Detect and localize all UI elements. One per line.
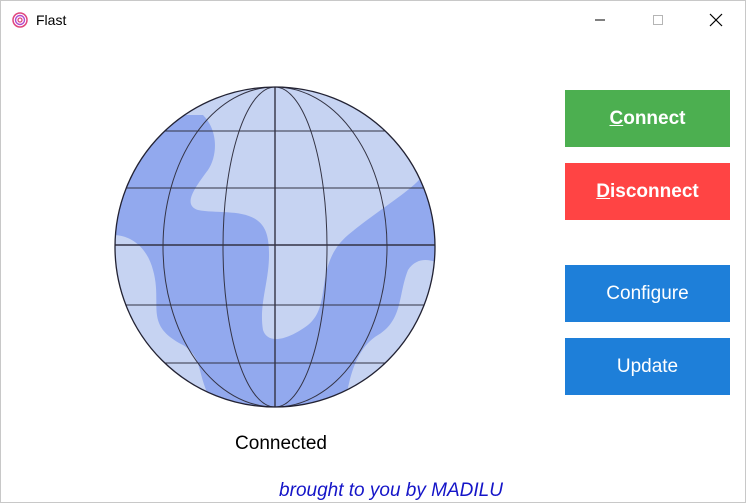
minimize-button[interactable] xyxy=(571,1,629,39)
connect-button[interactable]: Connect xyxy=(565,90,730,147)
connect-mnemonic: C xyxy=(609,107,624,129)
configure-button[interactable]: Configure xyxy=(565,265,730,322)
close-button[interactable] xyxy=(687,1,745,39)
disconnect-label-rest: isconnect xyxy=(610,180,699,202)
connection-status: Connected xyxy=(235,433,327,454)
maximize-icon xyxy=(653,15,663,25)
globe-icon xyxy=(114,86,436,408)
spiral-app-icon xyxy=(12,12,28,28)
app-window: Flast Connected C onnect D isconnect Con… xyxy=(0,0,746,503)
update-button[interactable]: Update xyxy=(565,338,730,395)
update-label: Update xyxy=(616,355,679,377)
title-bar[interactable]: Flast xyxy=(1,1,745,39)
connect-label-rest: onnect xyxy=(623,107,686,129)
disconnect-button[interactable]: Disconnect xyxy=(565,163,730,220)
configure-label: Configure xyxy=(606,282,689,304)
window-title: Flast xyxy=(36,12,67,28)
credit-text: brought to you by MADILU xyxy=(279,480,503,501)
maximize-button[interactable] xyxy=(629,1,687,39)
minimize-icon xyxy=(595,19,605,21)
disconnect-mnemonic: D xyxy=(596,180,611,202)
close-icon xyxy=(709,13,723,27)
